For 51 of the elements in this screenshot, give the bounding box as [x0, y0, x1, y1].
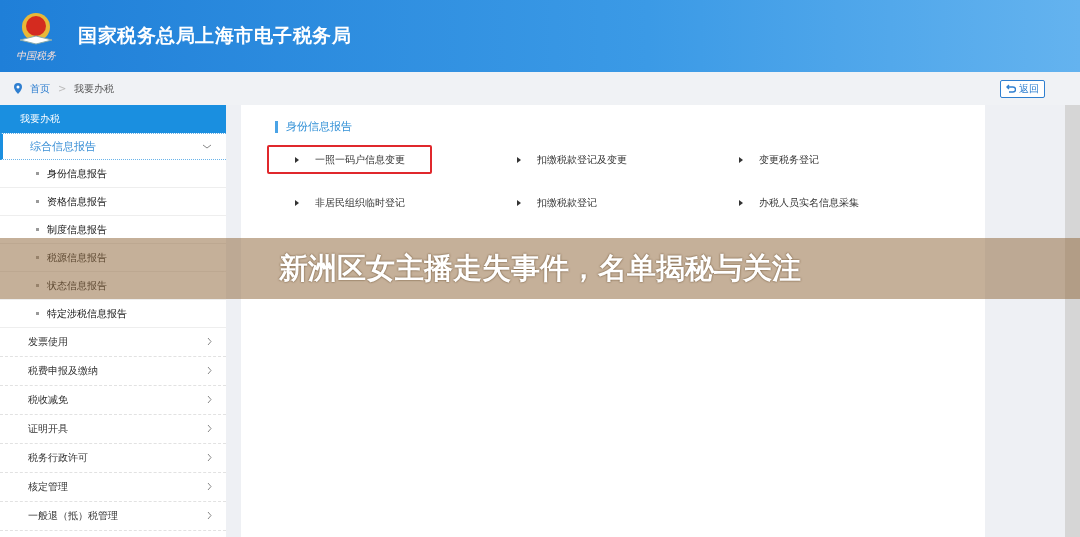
location-pin-icon — [14, 83, 22, 94]
service-link[interactable]: 非居民组织临时登记 — [267, 188, 432, 217]
service-link[interactable]: 扣缴税款登记 — [489, 188, 654, 217]
triangle-bullet-icon — [739, 199, 743, 206]
headline-text: 新洲区女主播走失事件，名单揭秘与关注 — [279, 249, 801, 287]
bullet-icon — [36, 228, 39, 231]
sidebar-group[interactable]: 税收减免 — [0, 386, 226, 415]
sidebar-subitem[interactable]: 税源信息报告 — [47, 250, 107, 265]
breadcrumb-link[interactable]: 首页 — [30, 81, 50, 96]
sidebar-subitem[interactable]: 资格信息报告 — [47, 194, 107, 209]
triangle-bullet-icon — [739, 156, 743, 163]
sidebar-group[interactable]: 发票使用 — [0, 328, 226, 357]
sidebar-subitem[interactable]: 身份信息报告 — [47, 166, 107, 181]
sidebar-group[interactable]: 税务行政许可 — [0, 444, 226, 473]
bullet-icon — [36, 256, 39, 259]
sidebar-group[interactable]: 税费申报及缴纳 — [0, 357, 226, 386]
sidebar-subitem[interactable]: 制度信息报告 — [47, 222, 107, 237]
service-link[interactable]: 扣缴税款登记及变更 — [489, 145, 654, 174]
triangle-bullet-icon — [517, 199, 521, 206]
triangle-bullet-icon — [295, 156, 299, 163]
bullet-icon — [36, 312, 39, 315]
breadcrumb-separator: > — [58, 83, 67, 94]
sidebar-group[interactable]: 综合信息报告 — [0, 133, 226, 160]
chevron-right-icon — [207, 394, 212, 404]
chevron-down-icon — [202, 144, 212, 150]
sidebar-header: 我要办税 — [0, 105, 226, 133]
section-title: 身份信息报告 — [275, 121, 985, 133]
sidebar-group[interactable]: 证明开具 — [0, 415, 226, 444]
return-arrow-icon — [1006, 84, 1016, 93]
breadcrumb-current: 我要办税 — [74, 81, 115, 96]
chevron-right-icon — [207, 452, 212, 462]
site-title: 国家税务总局上海市电子税务局 — [78, 23, 351, 48]
chevron-right-icon — [207, 510, 212, 520]
service-link[interactable]: 一照一码户信息变更 — [267, 145, 432, 174]
chevron-right-icon — [207, 365, 212, 375]
bullet-icon — [36, 172, 39, 175]
triangle-bullet-icon — [517, 156, 521, 163]
service-link[interactable]: 办税人员实名信息采集 — [711, 188, 876, 217]
emblem-caption: 中国税务 — [16, 50, 56, 62]
triangle-bullet-icon — [295, 199, 299, 206]
back-button[interactable]: 返回 — [1000, 79, 1045, 98]
sidebar-subitem[interactable]: 特定涉税信息报告 — [47, 306, 127, 321]
chevron-right-icon — [207, 336, 212, 346]
chevron-right-icon — [207, 423, 212, 433]
bullet-icon — [36, 284, 39, 287]
bullet-icon — [36, 200, 39, 203]
chevron-right-icon — [207, 481, 212, 491]
service-link[interactable]: 变更税务登记 — [711, 145, 876, 174]
sidebar-group[interactable]: 核定管理 — [0, 473, 226, 502]
sidebar-subitem[interactable]: 状态信息报告 — [47, 278, 107, 293]
sidebar-group[interactable]: 一般退（抵）税管理 — [0, 502, 226, 531]
